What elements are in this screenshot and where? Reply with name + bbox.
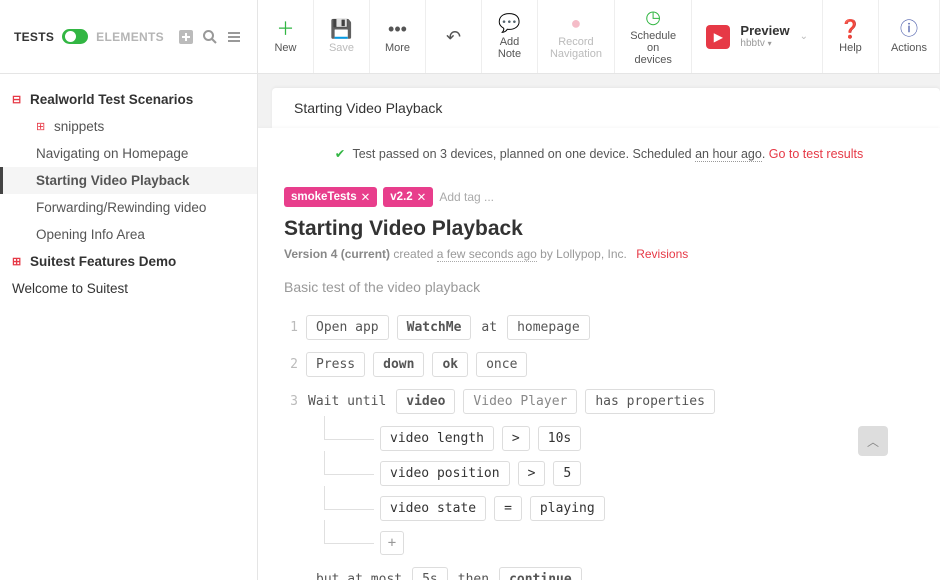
tag-smoketests[interactable]: smokeTests ✕ — [284, 187, 377, 207]
tests-tab[interactable]: TESTS — [14, 30, 54, 44]
schedule-button[interactable]: ◷Schedule on devices — [615, 0, 693, 73]
actions-button[interactable]: ⓘActions — [879, 0, 940, 73]
info-icon: ⓘ — [900, 20, 918, 38]
step-number: 1 — [284, 320, 298, 335]
add-tag[interactable]: Add tag ... — [439, 190, 494, 204]
chevron-down-icon: ⌄ — [800, 31, 808, 42]
main-area: Starting Video Playback ✔ Test passed on… — [258, 74, 940, 580]
property-row[interactable]: video position > 5 — [380, 461, 914, 486]
new-button[interactable]: ＋New — [258, 0, 314, 73]
tree-item-snippets[interactable]: ⊞snippets — [0, 113, 257, 140]
add-property-button[interactable]: + — [380, 531, 404, 555]
check-icon: ✔ — [335, 147, 345, 161]
menu-icon[interactable] — [225, 28, 243, 46]
tree-root-realworld[interactable]: ⊟Realworld Test Scenarios — [0, 86, 257, 113]
elements-tab[interactable]: ELEMENTS — [96, 30, 164, 44]
tree-item-fwd-rwd[interactable]: Forwarding/Rewinding video — [0, 194, 257, 221]
minus-icon: ⊟ — [12, 93, 24, 106]
close-icon[interactable]: ✕ — [417, 190, 427, 204]
revisions-link[interactable]: Revisions — [636, 247, 688, 261]
doc-description: Basic test of the video playback — [284, 279, 914, 295]
save-button[interactable]: 💾Save — [314, 0, 370, 73]
record-icon: ● — [571, 14, 582, 32]
plus-box-icon: ⊞ — [12, 255, 24, 268]
plus-icon: ＋ — [277, 20, 295, 38]
search-icon[interactable] — [201, 28, 219, 46]
plus-box-icon: ⊞ — [36, 120, 48, 133]
property-row[interactable]: video state = playing — [380, 496, 914, 521]
clock-icon: ◷ — [645, 8, 661, 26]
record-nav-button[interactable]: ●Record Navigation — [538, 0, 615, 73]
tree-item-start-video[interactable]: Starting Video Playback — [0, 167, 257, 194]
save-icon: 💾 — [330, 20, 352, 38]
dots-icon: ••• — [388, 20, 407, 38]
tree-item-open-info[interactable]: Opening Info Area — [0, 221, 257, 248]
tree-item-nav-home[interactable]: Navigating on Homepage — [0, 140, 257, 167]
step-1[interactable]: 1 Open app WatchMe at homepage — [284, 315, 914, 340]
step-3[interactable]: 3 Wait until video Video Player has prop… — [284, 389, 914, 414]
play-icon: ▶ — [706, 25, 730, 49]
close-icon[interactable]: ✕ — [361, 190, 371, 204]
version-line: Version 4 (current) created a few second… — [284, 247, 914, 261]
step-3-tail[interactable]: but at most 5s then continue — [314, 567, 914, 580]
undo-button[interactable]: ↶ — [426, 0, 482, 73]
step-number: 2 — [284, 357, 298, 372]
status-bar: ✔ Test passed on 3 devices, planned on o… — [284, 146, 914, 161]
add-icon[interactable] — [177, 28, 195, 46]
results-link[interactable]: Go to test results — [769, 147, 863, 161]
sidebar: ⊟Realworld Test Scenarios ⊞snippets Navi… — [0, 74, 258, 580]
help-icon: ❓ — [839, 20, 861, 38]
more-button[interactable]: •••More — [370, 0, 426, 73]
help-button[interactable]: ❓Help — [823, 0, 879, 73]
preview-button[interactable]: ▶ Previewhbbtv ▾ ⌄ — [692, 0, 823, 73]
doc-title: Starting Video Playback — [284, 217, 914, 241]
chat-icon: 💬 — [498, 14, 520, 32]
undo-icon: ↶ — [446, 28, 461, 46]
document-tab[interactable]: Starting Video Playback — [272, 88, 940, 128]
step-2[interactable]: 2 Press down ok once — [284, 352, 914, 377]
tree-item-welcome[interactable]: Welcome to Suitest — [0, 275, 257, 302]
tree-root-suitest[interactable]: ⊞Suitest Features Demo — [0, 248, 257, 275]
add-note-button[interactable]: 💬Add Note — [482, 0, 538, 73]
tests-elements-toggle[interactable] — [62, 29, 88, 44]
property-row[interactable]: video length > 10s — [380, 426, 914, 451]
step-number: 3 — [284, 394, 298, 409]
tag-v22[interactable]: v2.2 ✕ — [383, 187, 433, 207]
